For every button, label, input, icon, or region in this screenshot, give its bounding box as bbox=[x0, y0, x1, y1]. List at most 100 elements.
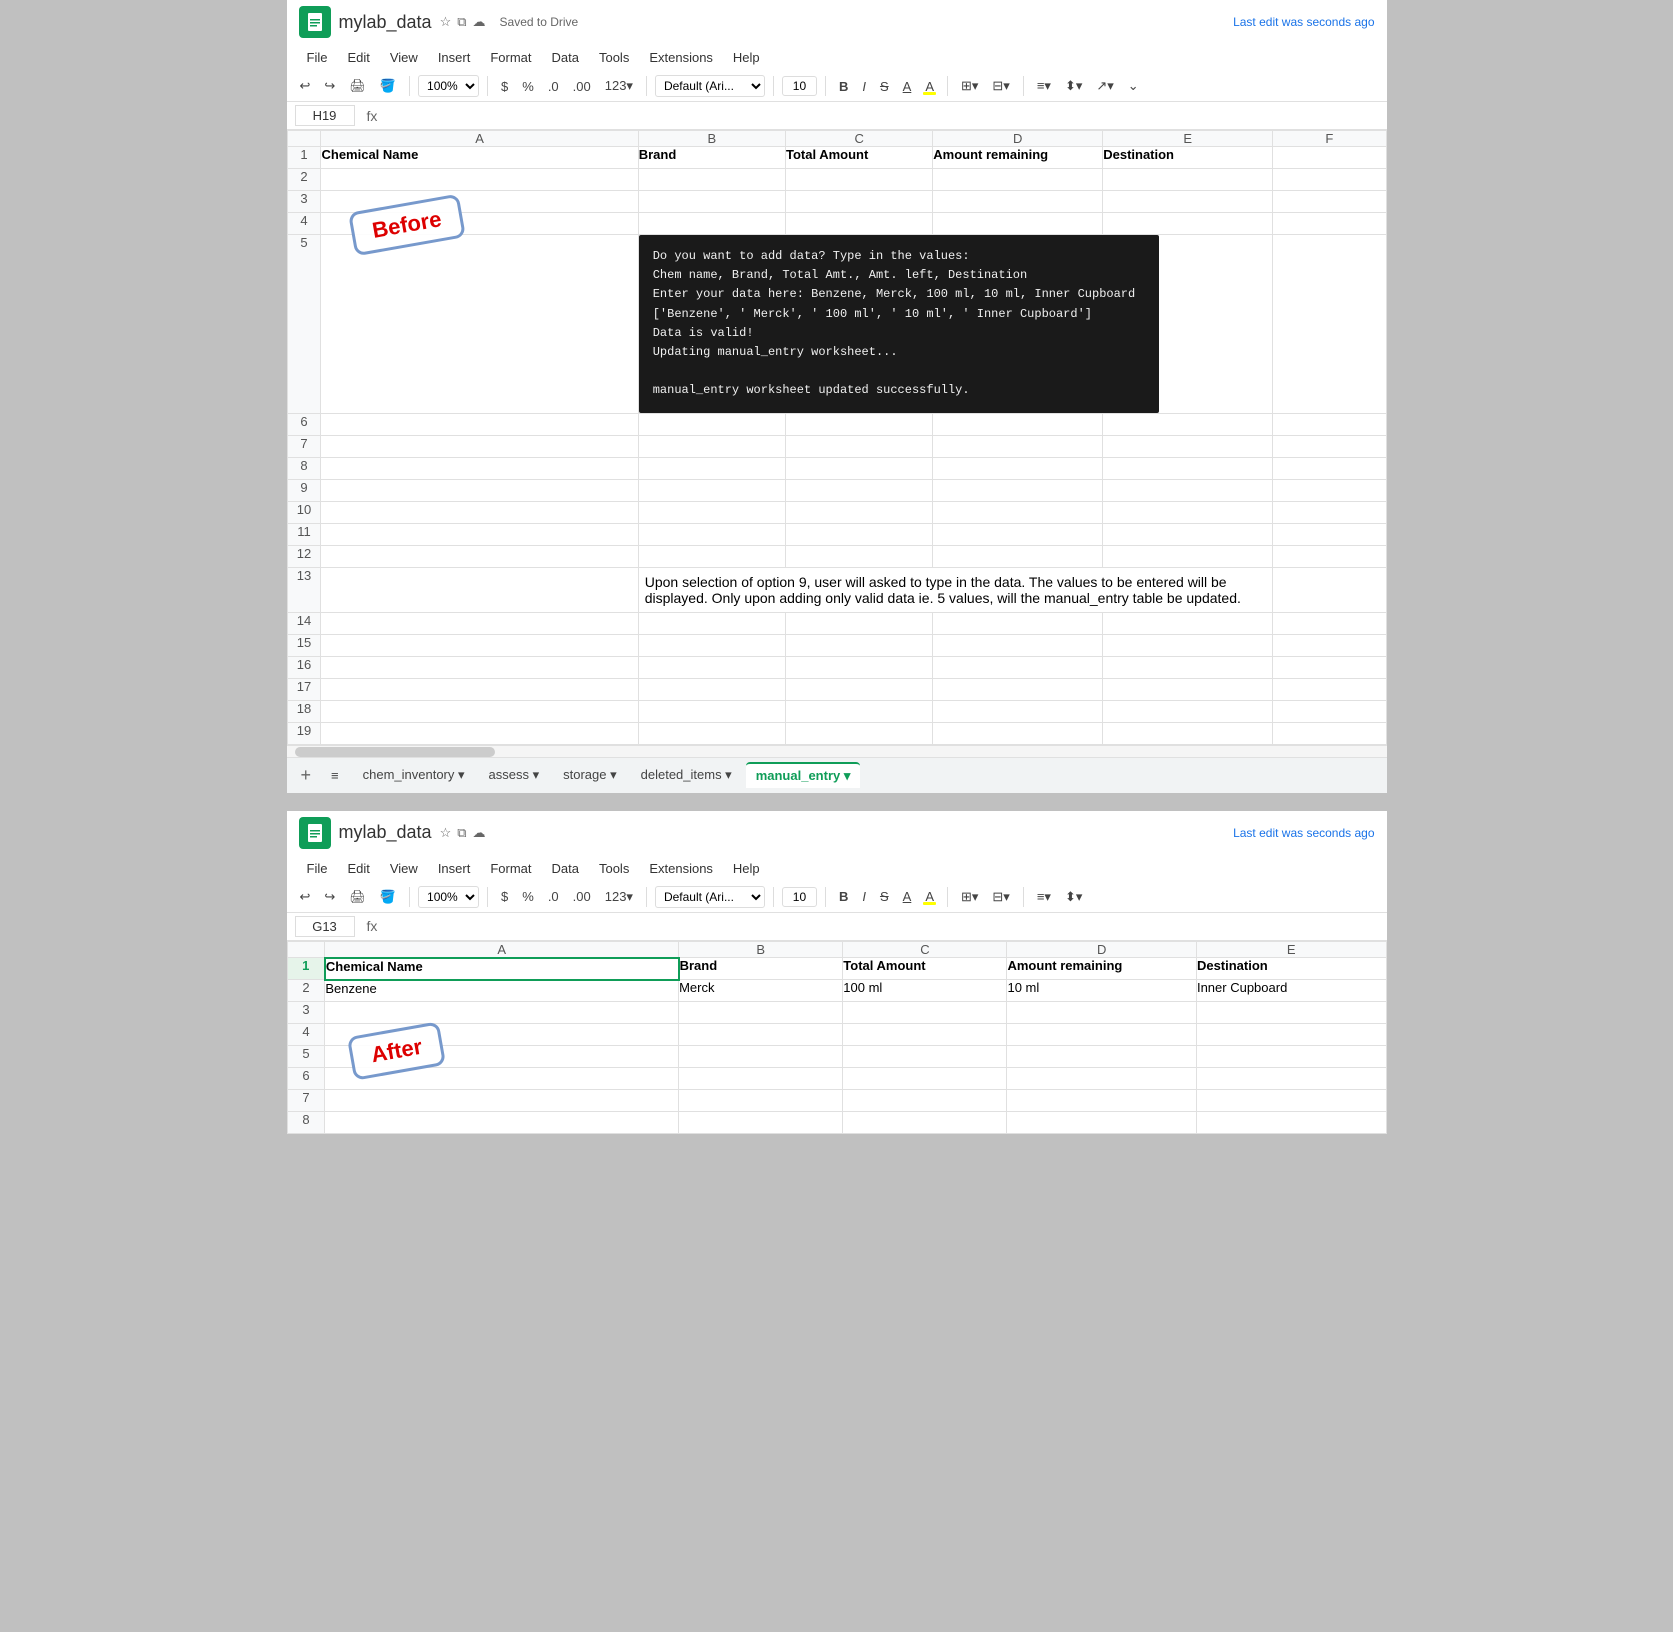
undo-button-top[interactable]: ↩ bbox=[295, 75, 316, 97]
cell-a1-bottom[interactable]: Chemical Name bbox=[325, 958, 679, 980]
redo-button-top[interactable]: ↪ bbox=[319, 75, 340, 97]
tab-assess-top[interactable]: assess ▾ bbox=[479, 763, 550, 787]
inc-decimal-btn-top[interactable]: .00 bbox=[568, 76, 596, 97]
bold-btn-top[interactable]: B bbox=[834, 76, 853, 97]
menu-insert-top[interactable]: Insert bbox=[430, 46, 479, 69]
zoom-select-top[interactable]: 100% bbox=[418, 75, 479, 97]
format123-btn-bottom[interactable]: 123▾ bbox=[600, 886, 638, 908]
dec-decimal-btn-bottom[interactable]: .0 bbox=[543, 886, 564, 907]
tab-storage-top[interactable]: storage ▾ bbox=[553, 763, 627, 787]
font-select-bottom[interactable]: Default (Ari... bbox=[655, 886, 765, 908]
col-header-b-bottom[interactable]: B bbox=[679, 941, 843, 958]
paint-format-button-bottom[interactable]: 🪣 bbox=[375, 886, 401, 908]
cell-e2-bottom[interactable]: Inner Cupboard bbox=[1196, 980, 1386, 1002]
col-header-e-bottom[interactable]: E bbox=[1196, 941, 1386, 958]
undo-button-bottom[interactable]: ↩ bbox=[295, 886, 316, 908]
cell-e1-bottom[interactable]: Destination bbox=[1196, 958, 1386, 980]
col-header-e-top[interactable]: E bbox=[1103, 131, 1273, 147]
col-header-d-top[interactable]: D bbox=[933, 131, 1103, 147]
star-icon-top[interactable]: ☆ bbox=[440, 14, 452, 30]
cell-ref-top[interactable] bbox=[295, 105, 355, 126]
font-size-input-top[interactable] bbox=[782, 76, 817, 96]
menu-file-top[interactable]: File bbox=[299, 46, 336, 69]
menu-data-bottom[interactable]: Data bbox=[544, 857, 587, 880]
presentation-icon-top[interactable]: ⧉ bbox=[457, 14, 466, 30]
last-edit-top[interactable]: Last edit was seconds ago bbox=[1233, 15, 1374, 29]
bold-btn-bottom[interactable]: B bbox=[834, 886, 853, 907]
redo-button-bottom[interactable]: ↪ bbox=[319, 886, 340, 908]
menu-insert-bottom[interactable]: Insert bbox=[430, 857, 479, 880]
doc-title-top[interactable]: mylab_data bbox=[339, 12, 432, 33]
dec-decimal-btn-top[interactable]: .0 bbox=[543, 76, 564, 97]
menu-format-bottom[interactable]: Format bbox=[482, 857, 539, 880]
inc-decimal-btn-bottom[interactable]: .00 bbox=[568, 886, 596, 907]
cell-c1-bottom[interactable]: Total Amount bbox=[843, 958, 1007, 980]
strike-btn-top[interactable]: S bbox=[875, 76, 894, 97]
percent-btn-top[interactable]: % bbox=[517, 76, 539, 97]
menu-edit-bottom[interactable]: Edit bbox=[339, 857, 377, 880]
italic-btn-bottom[interactable]: I bbox=[857, 886, 871, 907]
formula-input-bottom[interactable] bbox=[389, 919, 1378, 934]
dollar-btn-top[interactable]: $ bbox=[496, 76, 513, 97]
cell-f1-top[interactable] bbox=[1273, 147, 1386, 169]
menu-format-top[interactable]: Format bbox=[482, 46, 539, 69]
fill-color-btn-top[interactable]: A bbox=[920, 76, 939, 97]
align-v-btn-bottom[interactable]: ⬍▾ bbox=[1060, 886, 1087, 908]
star-icon-bottom[interactable]: ☆ bbox=[440, 825, 452, 841]
align-h-btn-bottom[interactable]: ≡▾ bbox=[1032, 886, 1056, 908]
menu-file-bottom[interactable]: File bbox=[299, 857, 336, 880]
col-header-c-bottom[interactable]: C bbox=[843, 941, 1007, 958]
border-btn-top[interactable]: ⊞▾ bbox=[956, 75, 983, 97]
percent-btn-bottom[interactable]: % bbox=[517, 886, 539, 907]
col-header-a-bottom[interactable]: A bbox=[325, 941, 679, 958]
more-btn-top[interactable]: ⌄ bbox=[1123, 75, 1144, 97]
col-header-d-bottom[interactable]: D bbox=[1007, 941, 1196, 958]
strike-btn-bottom[interactable]: S bbox=[875, 886, 894, 907]
cell-a1-top[interactable]: Chemical Name bbox=[321, 147, 638, 169]
fill-color-btn-bottom[interactable]: A bbox=[920, 886, 939, 907]
dollar-btn-bottom[interactable]: $ bbox=[496, 886, 513, 907]
menu-help-top[interactable]: Help bbox=[725, 46, 768, 69]
formula-input-top[interactable] bbox=[389, 108, 1378, 123]
cell-c2-bottom[interactable]: 100 ml bbox=[843, 980, 1007, 1002]
col-header-b-top[interactable]: B bbox=[638, 131, 785, 147]
cell-d2-bottom[interactable]: 10 ml bbox=[1007, 980, 1196, 1002]
print-button-top[interactable]: 🖨 bbox=[344, 75, 371, 97]
format123-btn-top[interactable]: 123▾ bbox=[600, 75, 638, 97]
align-v-btn-top[interactable]: ⬍▾ bbox=[1060, 75, 1087, 97]
scrollbar-top[interactable] bbox=[287, 745, 1387, 757]
cell-a2-bottom[interactable]: Benzene bbox=[325, 980, 679, 1002]
underline-btn-bottom[interactable]: A bbox=[898, 886, 917, 907]
merge-btn-top[interactable]: ⊟▾ bbox=[987, 75, 1014, 97]
tab-chem-inventory-top[interactable]: chem_inventory ▾ bbox=[353, 763, 475, 787]
cell-ref-bottom[interactable] bbox=[295, 916, 355, 937]
text-rotation-btn-top[interactable]: ↗▾ bbox=[1091, 75, 1118, 97]
menu-view-top[interactable]: View bbox=[382, 46, 426, 69]
menu-tools-bottom[interactable]: Tools bbox=[591, 857, 637, 880]
tab-manual-entry-top[interactable]: manual_entry ▾ bbox=[746, 762, 861, 788]
menu-extensions-top[interactable]: Extensions bbox=[641, 46, 721, 69]
menu-view-bottom[interactable]: View bbox=[382, 857, 426, 880]
font-size-input-bottom[interactable] bbox=[782, 887, 817, 907]
col-header-f-top[interactable]: F bbox=[1273, 131, 1386, 147]
cell-b2-bottom[interactable]: Merck bbox=[679, 980, 843, 1002]
tab-hamburger-top[interactable]: ≡ bbox=[321, 764, 349, 787]
print-button-bottom[interactable]: 🖨 bbox=[344, 886, 371, 908]
add-sheet-btn-top[interactable]: + bbox=[295, 763, 318, 788]
font-select-top[interactable]: Default (Ari... bbox=[655, 75, 765, 97]
zoom-select-bottom[interactable]: 100% bbox=[418, 886, 479, 908]
paint-format-button-top[interactable]: 🪣 bbox=[375, 75, 401, 97]
presentation-icon-bottom[interactable]: ⧉ bbox=[457, 825, 466, 841]
menu-data-top[interactable]: Data bbox=[544, 46, 587, 69]
col-header-c-top[interactable]: C bbox=[786, 131, 933, 147]
doc-title-bottom[interactable]: mylab_data bbox=[339, 822, 432, 843]
col-header-a-top[interactable]: A bbox=[321, 131, 638, 147]
menu-edit-top[interactable]: Edit bbox=[339, 46, 377, 69]
cell-b1-bottom[interactable]: Brand bbox=[679, 958, 843, 980]
cell-d1-top[interactable]: Amount remaining bbox=[933, 147, 1103, 169]
cell-c1-top[interactable]: Total Amount bbox=[786, 147, 933, 169]
cell-d1-bottom[interactable]: Amount remaining bbox=[1007, 958, 1196, 980]
menu-tools-top[interactable]: Tools bbox=[591, 46, 637, 69]
align-h-btn-top[interactable]: ≡▾ bbox=[1032, 75, 1056, 97]
last-edit-bottom[interactable]: Last edit was seconds ago bbox=[1233, 826, 1374, 840]
